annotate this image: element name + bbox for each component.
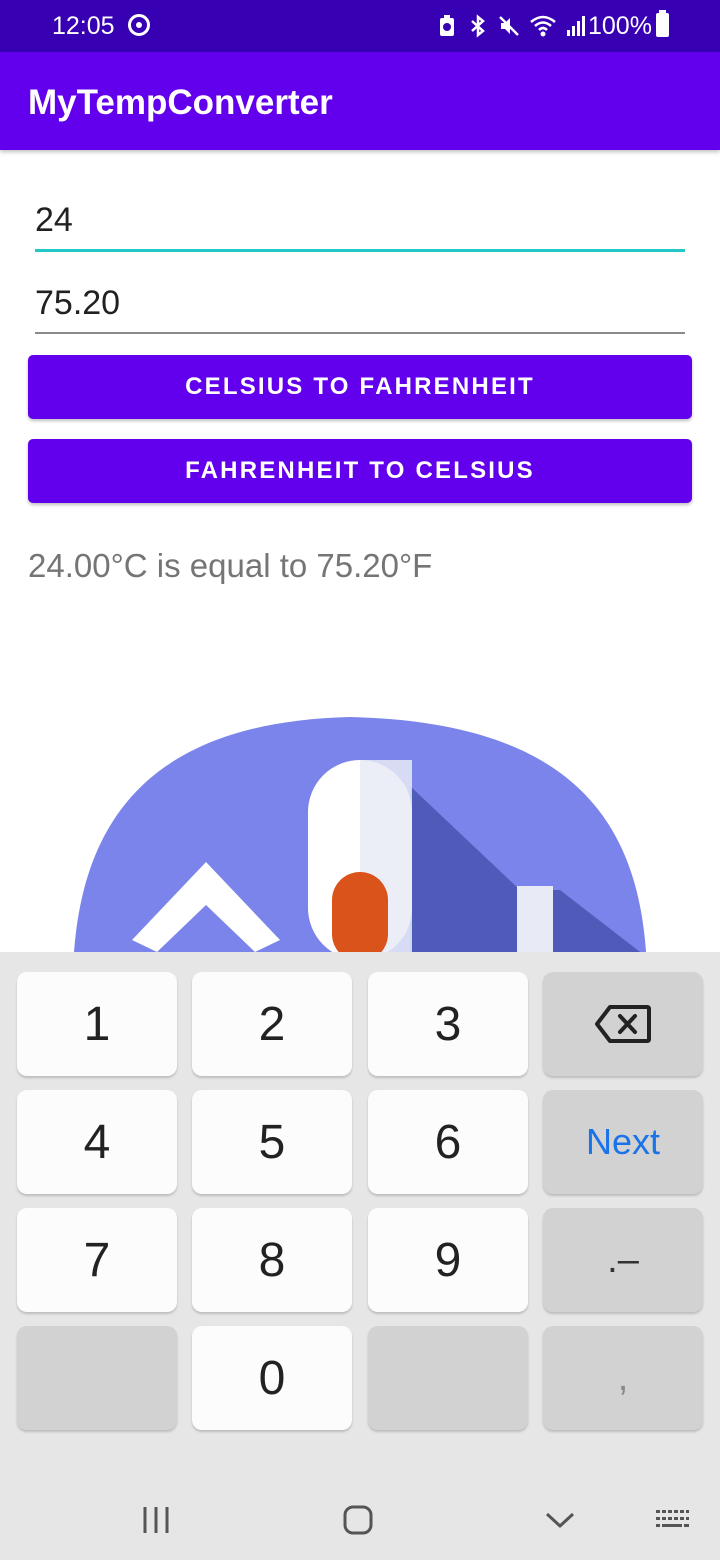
backspace-key[interactable]: [543, 972, 703, 1076]
key-0[interactable]: 0: [192, 1326, 352, 1430]
battery-percent: 100%: [588, 12, 652, 40]
fahrenheit-input[interactable]: [35, 274, 685, 332]
bar-icon: [517, 886, 553, 952]
key-8[interactable]: 8: [192, 1208, 352, 1312]
celsius-input[interactable]: [35, 192, 685, 249]
status-icons: [436, 12, 586, 40]
blank-key-left[interactable]: [17, 1326, 177, 1430]
blank-key-right[interactable]: [368, 1326, 528, 1430]
thermometer-mercury: [332, 872, 388, 952]
app-title: MyTempConverter: [28, 83, 333, 122]
celsius-to-fahrenheit-button[interactable]: CELSIUS TO FAHRENHEIT: [28, 355, 692, 419]
key-9[interactable]: 9: [368, 1208, 528, 1312]
battery-icon: [656, 10, 669, 37]
key-5[interactable]: 5: [192, 1090, 352, 1194]
status-time: 12:05: [52, 12, 115, 40]
recent-apps-icon[interactable]: [136, 1500, 176, 1540]
sync-icon: [128, 14, 150, 36]
battery-saver-icon: [440, 15, 454, 36]
backspace-icon: [595, 1005, 651, 1043]
decimal-minus-key[interactable]: .–: [543, 1208, 703, 1312]
comma-key[interactable]: ,: [543, 1326, 703, 1430]
result-text: 24.00°C is equal to 75.20°F: [28, 547, 433, 584]
fahrenheit-field[interactable]: [35, 274, 685, 334]
key-6[interactable]: 6: [368, 1090, 528, 1194]
mute-icon: [499, 16, 519, 36]
fahrenheit-to-celsius-button[interactable]: FAHRENHEIT TO CELSIUS: [28, 439, 692, 503]
celsius-field[interactable]: [35, 192, 685, 252]
key-7[interactable]: 7: [17, 1208, 177, 1312]
key-1[interactable]: 1: [17, 972, 177, 1076]
thermometer-illustration: [74, 717, 646, 952]
wifi-icon: [530, 15, 556, 37]
keyboard-switch-icon[interactable]: [652, 1500, 692, 1540]
key-3[interactable]: 3: [368, 972, 528, 1076]
key-2[interactable]: 2: [192, 972, 352, 1076]
signal-icon: [567, 16, 585, 36]
bluetooth-icon: [471, 14, 485, 38]
hide-keyboard-icon[interactable]: [540, 1500, 580, 1540]
home-icon[interactable]: [338, 1500, 378, 1540]
numeric-keyboard: 1 2 3 4 5 6 Next 7 8 9 .– 0 ,: [0, 952, 720, 1560]
status-bar: 12:05 100%: [0, 0, 720, 52]
next-key[interactable]: Next: [543, 1090, 703, 1194]
key-4[interactable]: 4: [17, 1090, 177, 1194]
navigation-bar: [0, 1480, 720, 1560]
app-bar: MyTempConverter: [0, 52, 720, 150]
